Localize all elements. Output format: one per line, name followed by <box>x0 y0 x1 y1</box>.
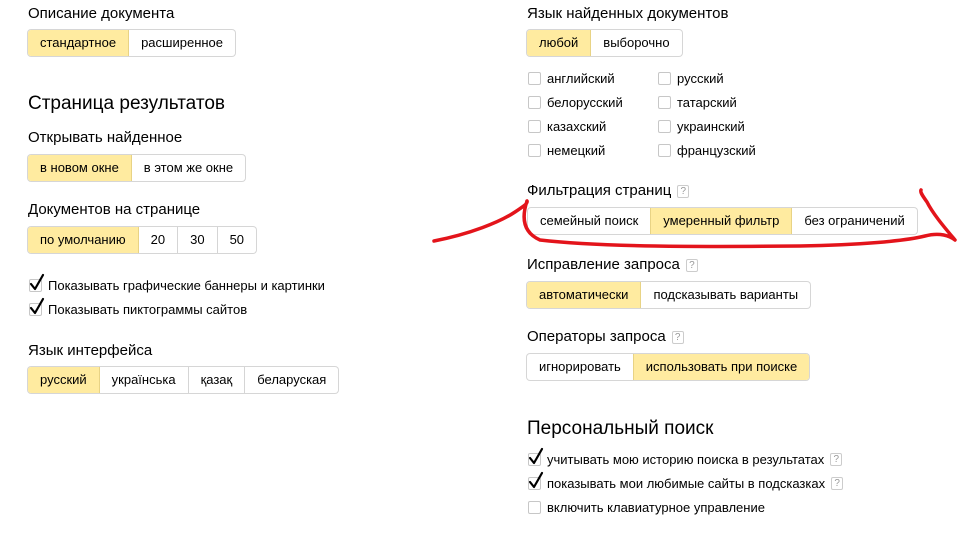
lang-checkbox-row[interactable]: украинский <box>658 117 745 135</box>
lang-checkbox[interactable] <box>528 119 541 133</box>
lang-checkbox[interactable] <box>528 71 541 85</box>
query-operators-option-ignore[interactable]: игнорировать <box>527 354 633 380</box>
interface-lang-option-uk[interactable]: українська <box>98 367 188 393</box>
doc-description-option-standard[interactable]: стандартное <box>28 30 129 56</box>
query-correction-segmented: автоматически подсказывать варианты <box>527 282 811 308</box>
query-operators-title-row: Операторы запроса? <box>527 328 684 346</box>
lang-label: французский <box>677 142 756 158</box>
personal-search-heading: Персональный поиск <box>527 418 714 439</box>
checkmark-icon <box>528 471 544 488</box>
query-operators-segmented: игнорировать использовать при поиске <box>527 354 810 380</box>
query-correction-title-row: Исправление запроса? <box>527 256 698 274</box>
keyboard-control-checkbox[interactable] <box>528 500 541 514</box>
show-favicons-label: Показывать пиктограммы сайтов <box>48 301 248 317</box>
checkmark-icon <box>528 447 544 464</box>
show-banners-label: Показывать графические баннеры и картинк… <box>48 277 325 293</box>
open-found-segmented: в новом окне в этом же окне <box>28 155 246 181</box>
lang-checkbox-row[interactable]: французский <box>658 141 756 159</box>
show-favicons-checkbox-row[interactable]: Показывать пиктограммы сайтов <box>29 297 248 318</box>
favorite-sites-checkbox-row[interactable]: показывать мои любимые сайты в подсказка… <box>528 471 844 492</box>
page-filter-option-none[interactable]: без ограничений <box>791 208 916 234</box>
lang-label: немецкий <box>547 142 606 158</box>
keyboard-control-label: включить клавиатурное управление <box>547 499 765 515</box>
found-docs-lang-option-selective[interactable]: выборочно <box>590 30 681 56</box>
open-found-option-same-window[interactable]: в этом же окне <box>130 155 245 181</box>
lang-checkbox[interactable] <box>528 143 541 157</box>
docs-per-page-option-30[interactable]: 30 <box>177 227 216 253</box>
favorite-sites-checkbox[interactable] <box>528 471 544 490</box>
interface-lang-title: Язык интерфейса <box>28 342 153 359</box>
show-banners-checkbox-row[interactable]: Показывать графические баннеры и картинк… <box>29 273 325 294</box>
show-favicons-checkbox[interactable] <box>29 297 45 316</box>
lang-checkbox-row[interactable]: казахский <box>528 117 606 135</box>
lang-label: казахский <box>547 118 607 134</box>
lang-label: украинский <box>677 118 745 134</box>
interface-lang-segmented: русский українська қазақ беларуская <box>28 367 339 393</box>
help-icon[interactable]: ? <box>831 476 844 490</box>
search-history-checkbox[interactable] <box>528 447 544 466</box>
lang-checkbox[interactable] <box>658 143 671 157</box>
docs-per-page-option-20[interactable]: 20 <box>137 227 177 253</box>
interface-lang-option-ru[interactable]: русский <box>28 367 99 393</box>
lang-checkbox-row[interactable]: английский <box>528 69 615 87</box>
lang-label: белорусский <box>547 94 623 110</box>
help-icon[interactable]: ? <box>671 330 684 344</box>
query-correction-option-suggest[interactable]: подсказывать варианты <box>640 282 810 308</box>
found-docs-lang-title: Язык найденных документов <box>527 5 729 22</box>
lang-label: английский <box>547 70 615 86</box>
help-icon[interactable]: ? <box>685 258 698 272</box>
interface-lang-option-be[interactable]: беларуская <box>244 367 338 393</box>
lang-checkbox-row[interactable]: белорусский <box>528 93 623 111</box>
keyboard-control-checkbox-row[interactable]: включить клавиатурное управление <box>528 498 765 516</box>
query-correction-title: Исправление запроса <box>527 256 680 273</box>
docs-per-page-option-default[interactable]: по умолчанию <box>28 227 138 253</box>
doc-description-title: Описание документа <box>28 5 175 22</box>
checkmark-icon <box>29 273 45 290</box>
open-found-option-new-window[interactable]: в новом окне <box>28 155 131 181</box>
help-icon[interactable]: ? <box>677 184 690 198</box>
page-filter-title-row: Фильтрация страниц? <box>527 182 690 200</box>
query-correction-option-auto[interactable]: автоматически <box>527 282 641 308</box>
lang-label: русский <box>677 70 724 86</box>
lang-checkbox[interactable] <box>658 71 671 85</box>
lang-label: татарский <box>677 94 737 110</box>
lang-checkbox-row[interactable]: татарский <box>658 93 737 111</box>
lang-checkbox[interactable] <box>528 95 541 109</box>
doc-description-segmented: стандартное расширенное <box>28 30 236 56</box>
search-history-label: учитывать мою историю поиска в результат… <box>547 451 825 467</box>
lang-checkbox-row[interactable]: немецкий <box>528 141 605 159</box>
page-filter-option-family[interactable]: семейный поиск <box>528 208 650 234</box>
docs-per-page-title: Документов на странице <box>28 201 201 218</box>
page-filter-segmented: семейный поиск умеренный фильтр без огра… <box>528 208 917 234</box>
show-banners-checkbox[interactable] <box>29 273 45 292</box>
help-icon[interactable]: ? <box>830 452 843 466</box>
query-operators-option-use[interactable]: использовать при поиске <box>632 354 810 380</box>
docs-per-page-segmented: по умолчанию 20 30 50 <box>28 227 257 253</box>
query-operators-title: Операторы запроса <box>527 328 666 345</box>
interface-lang-option-kk[interactable]: қазақ <box>187 367 245 393</box>
search-history-checkbox-row[interactable]: учитывать мою историю поиска в результат… <box>528 447 843 468</box>
checkmark-icon <box>29 297 45 314</box>
found-docs-lang-option-any[interactable]: любой <box>527 30 591 56</box>
docs-per-page-option-50[interactable]: 50 <box>216 227 256 253</box>
lang-checkbox[interactable] <box>658 95 671 109</box>
lang-checkbox-row[interactable]: русский <box>658 69 724 87</box>
page-filter-title: Фильтрация страниц <box>527 182 672 199</box>
results-page-heading: Страница результатов <box>28 93 225 114</box>
doc-description-option-extended[interactable]: расширенное <box>128 30 235 56</box>
found-docs-lang-segmented: любой выборочно <box>527 30 682 56</box>
favorite-sites-label: показывать мои любимые сайты в подсказка… <box>547 475 826 491</box>
page-filter-option-moderate[interactable]: умеренный фильтр <box>650 208 792 234</box>
lang-checkbox[interactable] <box>658 119 671 133</box>
open-found-title: Открывать найденное <box>28 129 183 146</box>
